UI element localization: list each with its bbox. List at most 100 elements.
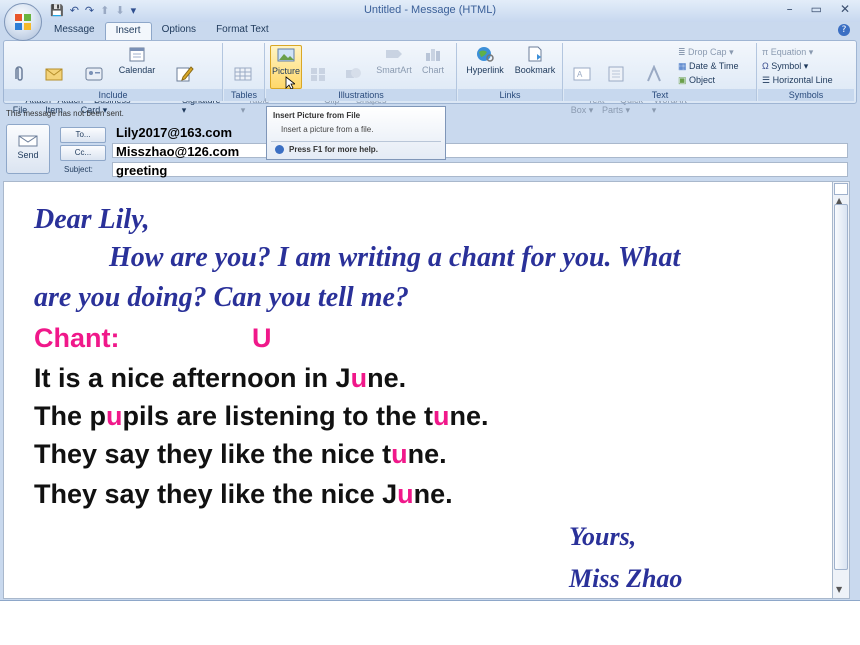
cc-button[interactable]: Cc...	[60, 145, 106, 161]
object-button[interactable]: ▣ Object	[678, 75, 715, 86]
table-grid-icon	[234, 67, 252, 81]
quick-parts-icon	[608, 66, 624, 82]
horizontal-line-button[interactable]: ☰ Horizontal Line	[762, 75, 833, 86]
object-icon: ▣	[678, 75, 690, 85]
group-tables: Table ▾ Tables	[224, 43, 269, 115]
signature-button[interactable]: Signature ▾	[162, 45, 221, 125]
group-links-label: Links	[458, 89, 562, 101]
letter-line-1: How are you? I am writing a chant for yo…	[109, 242, 681, 273]
window-title: Untitled - Message (HTML)	[363, 4, 497, 16]
window-controls: – ▭ ✕	[787, 2, 850, 16]
group-text: A Text Box ▾ Quick Parts ▾ WordArt ▾ ≣ D…	[564, 43, 757, 115]
calendar-button[interactable]: Calendar	[116, 45, 158, 75]
drop-cap-button[interactable]: ≣ Drop Cap ▾	[678, 47, 734, 58]
tab-format-text[interactable]: Format Text	[206, 22, 279, 40]
quick-parts-button[interactable]: Quick Parts ▾	[600, 45, 643, 125]
date-time-button[interactable]: ▦ Date & Time	[678, 61, 739, 72]
group-symbols: π Equation ▾ Ω Symbol ▾ ☰ Horizontal Lin…	[758, 43, 854, 101]
letter-signature: Miss Zhao	[569, 564, 683, 593]
ribbon: Attach File Attach Item Business Card ▾ …	[3, 40, 857, 115]
group-include-label: Include	[4, 89, 222, 101]
picture-tooltip: Insert Picture from File Insert a pictur…	[266, 106, 446, 160]
picture-button[interactable]: Picture	[270, 45, 302, 90]
scrollbar-thumb[interactable]	[834, 204, 848, 570]
maximize-button[interactable]: ▭	[811, 2, 822, 16]
horizontal-line-icon: ☰	[762, 75, 773, 85]
shapes-icon	[346, 68, 361, 78]
minimize-button[interactable]: –	[787, 2, 793, 16]
group-text-label: Text	[564, 89, 756, 101]
help-icon[interactable]: ?	[838, 24, 850, 36]
business-card-icon	[85, 67, 103, 81]
mouse-cursor-icon	[285, 76, 295, 90]
outlook-window: 💾 ↶ ↷ ⬆ ⬇ ▾ Untitled - Message (HTML) – …	[0, 0, 860, 601]
info-bar: This message has not been sent.	[6, 109, 124, 118]
paperclip-icon	[15, 66, 23, 81]
table-button[interactable]: Table ▾	[228, 45, 269, 125]
group-links: Hyperlink Bookmark Links	[458, 43, 563, 101]
chant-line-2: The pupils are listening to the tune.	[34, 401, 489, 431]
letter-greeting: Dear Lily,	[34, 204, 150, 235]
tab-options[interactable]: Options	[152, 22, 206, 40]
clip-art-icon	[311, 68, 325, 81]
wordart-button[interactable]: WordArt ▾	[634, 45, 687, 125]
bookmark-button[interactable]: Bookmark	[512, 45, 558, 75]
ribbon-tabs: Message Insert Options Format Text	[44, 22, 279, 40]
chant-line-3: They say they like the nice tune.	[34, 439, 447, 469]
help-circle-icon	[275, 145, 284, 154]
scroll-down-icon[interactable]: ▼	[836, 585, 842, 594]
office-button[interactable]	[4, 3, 42, 41]
tab-insert[interactable]: Insert	[104, 22, 152, 40]
chart-icon	[426, 49, 440, 61]
close-button[interactable]: ✕	[840, 2, 850, 16]
letter-closing: Yours,	[569, 522, 637, 551]
tab-message[interactable]: Message	[44, 22, 105, 40]
globe-link-icon	[477, 47, 494, 62]
wordart-icon	[647, 65, 661, 82]
cc-field[interactable]: Misszhao@126.com	[112, 143, 848, 159]
subject-field[interactable]: greeting	[112, 162, 848, 178]
chant-line-1: It is a nice afternoon in June.	[34, 363, 407, 393]
bookmark-icon	[528, 46, 542, 62]
group-illustrations-label: Illustrations	[266, 89, 456, 101]
office-logo-icon	[15, 14, 31, 30]
svg-text:A: A	[577, 70, 583, 79]
text-box-button[interactable]: A Text Box ▾	[568, 45, 604, 125]
chant-line-4: They say they like the nice June.	[34, 479, 453, 509]
group-include: Attach File Attach Item Business Card ▾ …	[4, 43, 223, 115]
title-bar: 💾 ↶ ↷ ⬆ ⬇ ▾ Untitled - Message (HTML) – …	[0, 0, 860, 22]
pi-icon: π	[762, 47, 771, 57]
group-symbols-label: Symbols	[758, 89, 854, 101]
send-envelope-icon	[18, 135, 38, 147]
chant-label: Chant:	[34, 323, 120, 353]
drop-cap-icon: ≣	[678, 47, 689, 57]
chant-letter: U	[252, 323, 272, 353]
send-button[interactable]: Send	[6, 124, 50, 174]
symbol-button[interactable]: Ω Symbol ▾	[762, 61, 808, 72]
chart-button[interactable]: Chart	[418, 45, 448, 75]
vertical-scrollbar[interactable]: ▲ ▼	[832, 181, 850, 599]
date-time-icon: ▦	[678, 61, 690, 71]
to-button[interactable]: To...	[60, 127, 106, 143]
letter-line-2: are you doing? Can you tell me?	[34, 282, 409, 313]
tooltip-title: Insert Picture from File	[273, 111, 361, 120]
group-illustrations: Picture Clip Art Shapes ▾ SmartArt Chart…	[266, 43, 457, 115]
signature-pen-icon	[176, 66, 194, 82]
omega-icon: Ω	[762, 61, 772, 71]
to-field[interactable]: Lily2017@163.com	[112, 124, 848, 140]
group-tables-label: Tables	[224, 89, 264, 101]
subject-label: Subject:	[64, 165, 93, 174]
calendar-icon	[129, 47, 145, 62]
tooltip-divider	[271, 141, 441, 142]
picture-icon	[277, 48, 295, 62]
text-box-icon: A	[573, 67, 591, 81]
envelope-icon	[45, 68, 63, 81]
message-body[interactable]: Dear Lily, How are you? I am writing a c…	[3, 181, 833, 599]
ruler-toggle-icon[interactable]	[834, 183, 848, 195]
tooltip-help: Press F1 for more help.	[289, 145, 378, 154]
smartart-icon	[386, 50, 402, 58]
smartart-button[interactable]: SmartArt	[374, 45, 414, 75]
hyperlink-button[interactable]: Hyperlink	[462, 45, 508, 75]
equation-button[interactable]: π Equation ▾	[762, 47, 813, 58]
tooltip-description: Insert a picture from a file.	[281, 125, 374, 134]
